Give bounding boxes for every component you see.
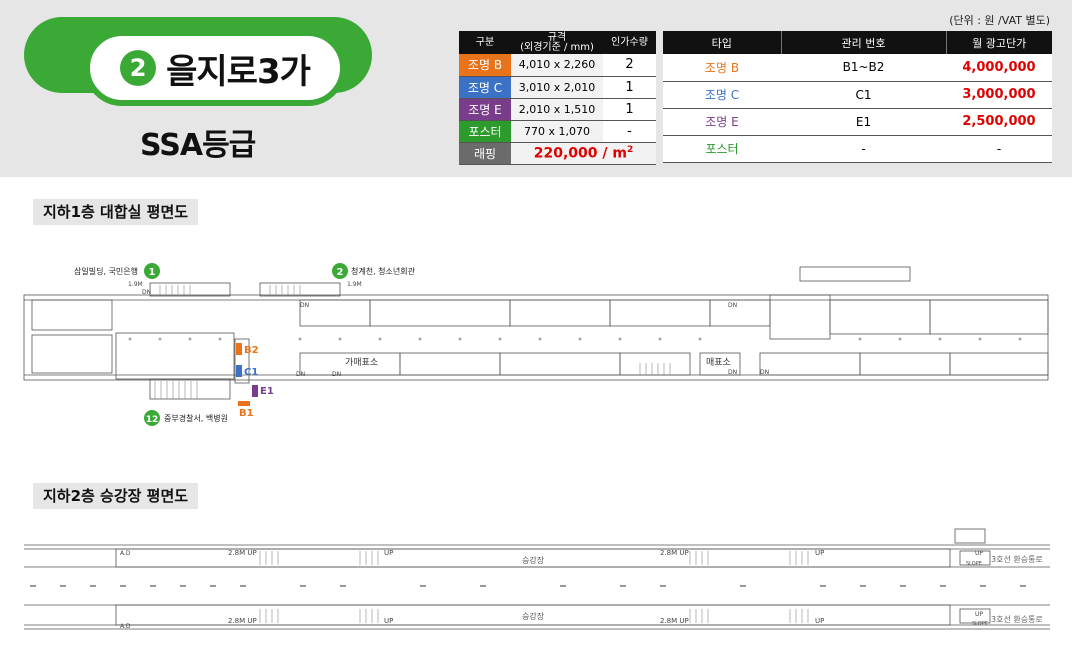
ad-label: A.D xyxy=(120,623,131,630)
spec-header-type: 구분 xyxy=(459,31,511,54)
spec-size: 3,010 x 2,010 xyxy=(511,76,603,99)
platform-label: 승강장 xyxy=(522,611,545,621)
dn-label: DN xyxy=(728,302,737,309)
b2-plan-title: 지하2층 승강장 평면도 xyxy=(33,483,199,509)
up-label: UP xyxy=(384,617,393,625)
transfer-label: 3호선 환승통로 xyxy=(991,554,1043,564)
up-label: UP xyxy=(815,549,824,557)
spec-header-size: 규격 (외경기준 / mm) xyxy=(511,31,603,54)
table-row: 조명 B 4,010 x 2,260 2 xyxy=(459,54,656,77)
table-row: 래핑 220,000 / m2 xyxy=(459,142,656,165)
table-row: 조명 C C1 3,000,000 xyxy=(663,81,1052,109)
header-panel: 2 을지로3가 SSA등급 (단위 : 원 /VAT 별도) 구분 규격 (외경기… xyxy=(0,0,1072,177)
table-row: 포스터 770 x 1,070 - xyxy=(459,120,656,143)
up-label: UP xyxy=(815,617,824,625)
station-name: 을지로3가 xyxy=(166,51,311,92)
dn-label: DN xyxy=(760,369,769,376)
spec-qty: 1 xyxy=(603,76,656,99)
table-row: 조명 E E1 2,500,000 xyxy=(663,108,1052,136)
spec-label: 조명 C xyxy=(459,76,511,99)
spec-table: 구분 규격 (외경기준 / mm) 인가수량 조명 B 4,010 x 2,260… xyxy=(459,31,656,165)
table-row: 조명 B B1~B2 4,000,000 xyxy=(663,54,1052,82)
slope-label: SLOPE xyxy=(966,561,982,567)
spec-header-qty: 인가수량 xyxy=(603,31,656,54)
dimension-label: 1.9M xyxy=(347,281,362,288)
up-label: UP xyxy=(384,549,393,557)
ad-marker-c1 xyxy=(236,365,242,377)
ticket-office-label: 매표소 xyxy=(706,357,731,368)
transfer-label: 3호선 환승통로 xyxy=(991,614,1043,624)
table-row: 조명 E 2,010 x 1,510 1 xyxy=(459,98,656,121)
b1-plan-title: 지하1층 대합실 평면도 xyxy=(33,199,199,225)
ticket-office-label: 가매표소 xyxy=(345,357,378,368)
wrapping-label: 래핑 xyxy=(459,142,511,165)
table-row: 포스터 - - xyxy=(663,135,1052,163)
exit-1-number: 1 xyxy=(149,267,156,278)
price-header-code: 관리 번호 xyxy=(781,31,947,54)
spec-qty: - xyxy=(603,120,656,143)
grade-label: SSA등급 xyxy=(140,128,256,163)
price-code: C1 xyxy=(781,81,946,109)
spec-qty: 1 xyxy=(603,98,656,121)
price-code: - xyxy=(781,135,946,163)
spec-label: 조명 E xyxy=(459,98,511,121)
spec-qty: 2 xyxy=(603,54,656,77)
ad-marker-b1 xyxy=(238,401,250,406)
spec-size: 4,010 x 2,260 xyxy=(511,54,603,77)
price-value: 3,000,000 xyxy=(946,81,1052,109)
ad-label: A.D xyxy=(120,550,131,557)
price-code: E1 xyxy=(781,108,946,136)
up-label: 2.8M UP xyxy=(660,549,689,557)
up-label: 2.8M UP xyxy=(660,617,689,625)
up-label: 2.8M UP xyxy=(228,549,257,557)
price-header-type: 타입 xyxy=(663,31,782,54)
platform-label: 승강장 xyxy=(522,555,545,565)
price-code: B1~B2 xyxy=(781,54,946,82)
ad-marker-c1-label: C1 xyxy=(244,367,258,378)
line-number-badge: 2 xyxy=(120,50,157,86)
exit-12-number: 12 xyxy=(146,415,159,425)
price-value: 4,000,000 xyxy=(946,54,1052,82)
price-type: 조명 E xyxy=(663,108,781,136)
up-label: UP xyxy=(975,550,983,557)
price-header-price: 월 광고단가 xyxy=(946,31,1052,54)
station-pill: 2 을지로3가 xyxy=(24,17,372,106)
price-value: - xyxy=(946,135,1052,163)
spec-label: 조명 B xyxy=(459,54,511,77)
ad-marker-b2-label: B2 xyxy=(244,345,259,356)
dn-label: DN xyxy=(142,289,151,296)
exit-12-label: 중부경찰서, 백병원 xyxy=(164,413,228,423)
slope-label: SLOPE xyxy=(972,621,988,627)
price-value: 2,500,000 xyxy=(946,108,1052,136)
spec-size: 770 x 1,070 xyxy=(511,120,603,143)
ad-marker-e1-label: E1 xyxy=(260,386,274,397)
ad-marker-b2 xyxy=(236,343,242,355)
price-type: 조명 C xyxy=(663,81,781,109)
table-row: 조명 C 3,010 x 2,010 1 xyxy=(459,76,656,99)
ad-marker-e1 xyxy=(252,385,258,397)
exit-2-number: 2 xyxy=(337,267,344,278)
exit-2-label: 청계천, 청소년회관 xyxy=(351,266,416,276)
dn-label: DN xyxy=(728,369,737,376)
dimension-label: 1.9M xyxy=(128,281,143,288)
b2-floor-plan: A.D A.D 2.8M UP 2.8M UP UP UP 2.8M UP 2.… xyxy=(0,525,1072,637)
exit-1-label: 삼일빌딩, 국민은행 xyxy=(74,266,138,276)
b1-floor-plan: 1 삼일빌딩, 국민은행 1.9M DN 2 청계천, 청소년회관 1.9M D… xyxy=(0,255,1072,430)
dn-label: DN xyxy=(296,371,305,378)
price-type: 포스터 xyxy=(663,135,781,163)
wrapping-price: 220,000 / m2 xyxy=(511,142,656,165)
up-label: 2.8M UP xyxy=(228,617,257,625)
ad-marker-b1-label: B1 xyxy=(239,408,254,419)
up-label: UP xyxy=(975,611,983,618)
unit-note: (단위 : 원 /VAT 별도) xyxy=(949,14,1050,27)
dn-label: DN xyxy=(332,371,341,378)
price-type: 조명 B xyxy=(663,54,781,82)
spec-size: 2,010 x 1,510 xyxy=(511,98,603,121)
station-pill-inner: 2 을지로3가 xyxy=(84,30,346,106)
dn-label: DN xyxy=(300,302,309,309)
price-table: 타입 관리 번호 월 광고단가 조명 B B1~B2 4,000,000 조명 … xyxy=(663,31,1052,163)
spec-label: 포스터 xyxy=(459,120,511,143)
